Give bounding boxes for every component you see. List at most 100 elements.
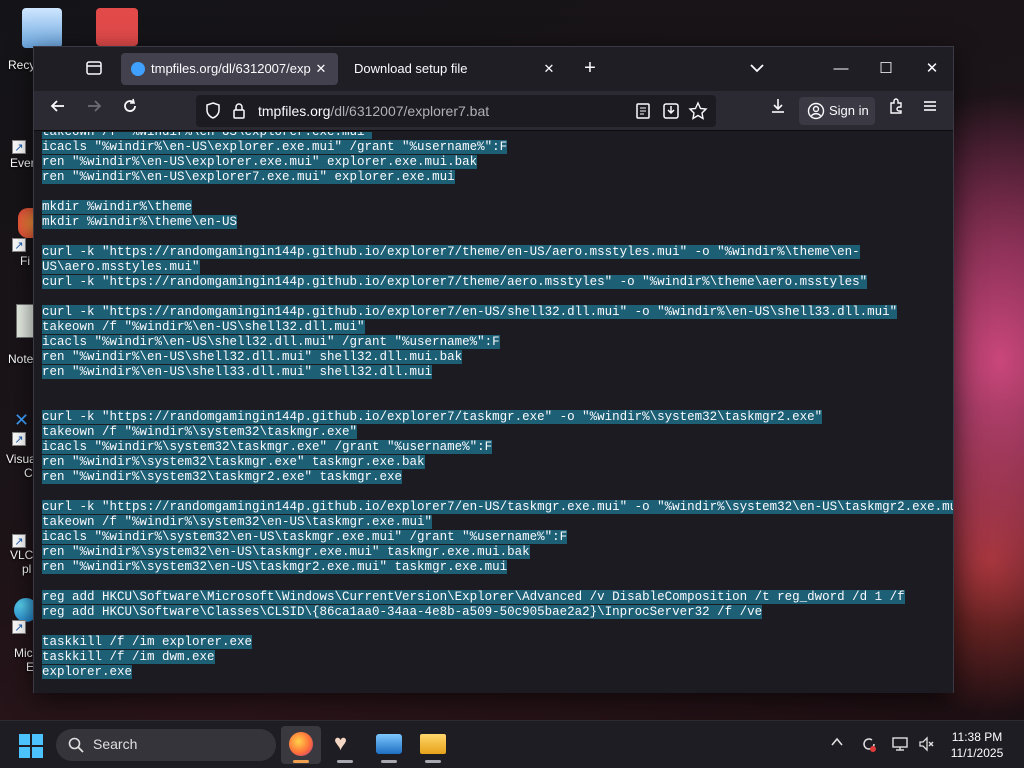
selected-text: curl -k "https://randomgamingin144p.gith… <box>42 410 823 424</box>
code-line: ren "%windir%\en-US\shell33.dll.mui" she… <box>42 365 937 380</box>
desktop-icon-label: Visua <box>6 452 36 466</box>
desktop-icon-label: Mic <box>14 646 33 660</box>
sign-in-button[interactable]: Sign in <box>799 97 875 125</box>
selected-text: ren "%windir%\system32\en-US\taskmgr.exe… <box>42 545 530 559</box>
hamburger-menu-icon[interactable] <box>916 97 944 125</box>
active-indicator <box>293 760 309 763</box>
shortcut-arrow-icon: ↗ <box>12 620 26 634</box>
running-indicator <box>381 760 397 763</box>
selected-text: ren "%windir%\en-US\shell33.dll.mui" she… <box>42 365 433 379</box>
desktop-icon-label: Note <box>8 352 34 366</box>
shortcut-arrow-icon: ↗ <box>12 140 26 154</box>
code-line: reg add HKCU\Software\Classes\CLSID\{86c… <box>42 605 937 620</box>
selected-text: explorer.exe <box>42 665 133 679</box>
bat-file-text: takeown /f "%windir%\en-US\explorer.exe.… <box>42 132 953 680</box>
clock[interactable]: 11:38 PM 11/1/2025 <box>944 729 1010 761</box>
selected-text: ren "%windir%\system32\taskmgr2.exe" tas… <box>42 470 403 484</box>
list-all-tabs-chevron-icon[interactable] <box>746 57 768 79</box>
back-arrow-icon[interactable] <box>44 97 72 125</box>
extensions-puzzle-icon[interactable] <box>882 97 910 125</box>
desktop-icon-recycle-bin[interactable]: Recy <box>0 8 62 72</box>
selected-text: icacls "%windir%\system32\taskmgr.exe" /… <box>42 440 493 454</box>
visual-studio-icon: ✕ <box>14 410 30 430</box>
globe-favicon-icon <box>131 62 145 76</box>
tab-active[interactable]: tmpfiles.org/dl/6312007/explor ✕ <box>121 53 338 85</box>
code-line: reg add HKCU\Software\Microsoft\Windows\… <box>42 590 937 605</box>
selected-text: reg add HKCU\Software\Microsoft\Windows\… <box>42 590 905 604</box>
running-indicator <box>337 760 353 763</box>
code-line: takeown /f "%windir%\system32\taskmgr.ex… <box>42 425 937 440</box>
network-icon[interactable] <box>891 735 909 756</box>
taskbar-app-heart[interactable]: ♥ <box>325 726 365 764</box>
reload-icon[interactable] <box>116 97 144 125</box>
close-tab-icon[interactable]: ✕ <box>540 60 558 78</box>
close-tab-icon[interactable]: ✕ <box>312 60 330 78</box>
clock-date: 11/1/2025 <box>950 746 1004 760</box>
code-line: mkdir %windir%\theme\en-US <box>42 215 937 230</box>
selected-text: takeown /f "%windir%\en-US\explorer.exe.… <box>42 132 373 139</box>
code-line: icacls "%windir%\en-US\shell32.dll.mui" … <box>42 335 937 350</box>
downloads-icon[interactable] <box>764 97 792 125</box>
running-indicator <box>425 760 441 763</box>
page-content[interactable]: takeown /f "%windir%\en-US\explorer.exe.… <box>34 132 953 693</box>
taskbar-photos[interactable] <box>369 726 409 764</box>
windows-start-icon[interactable] <box>18 733 44 759</box>
code-line: curl -k "https://randomgamingin144p.gith… <box>42 305 937 320</box>
taskbar-firefox[interactable] <box>281 726 321 764</box>
code-line: curl -k "https://randomgamingin144p.gith… <box>42 275 937 290</box>
selected-text: taskkill /f /im explorer.exe <box>42 635 253 649</box>
maximize-button[interactable]: ☐ <box>872 55 900 83</box>
code-line: taskkill /f /im dwm.exe <box>42 650 937 665</box>
new-tab-plus-icon[interactable]: + <box>579 57 601 79</box>
url-path: /dl/6312007/explorer7.bat <box>330 103 490 119</box>
url-host: tmpfiles.org <box>258 103 331 119</box>
selected-text: ren "%windir%\en-US\explorer.exe.mui" ex… <box>42 155 478 169</box>
minimize-button[interactable]: — <box>827 55 855 83</box>
show-hidden-icons-chevron-icon[interactable] <box>830 735 844 752</box>
selected-text: icacls "%windir%\system32\en-US\taskmgr.… <box>42 530 568 544</box>
bookmark-star-icon[interactable] <box>687 100 709 122</box>
desktop-icon-app[interactable] <box>78 8 138 46</box>
selected-text: icacls "%windir%\en-US\explorer.exe.mui"… <box>42 140 508 154</box>
lock-icon[interactable] <box>228 100 250 122</box>
selected-text: takeown /f "%windir%\system32\en-US\task… <box>42 515 433 529</box>
selected-text: curl -k "https://randomgamingin144p.gith… <box>42 275 868 289</box>
selected-text: curl -k "https://randomgamingin144p.gith… <box>42 500 953 514</box>
code-line: ren "%windir%\system32\en-US\taskmgr.exe… <box>42 545 937 560</box>
code-line: mkdir %windir%\theme <box>42 200 937 215</box>
desktop-icon-label: Ever <box>10 156 35 170</box>
url-bar[interactable]: tmpfiles.org/dl/6312007/explorer7.bat <box>196 95 716 127</box>
desktop-icon-label: Fi <box>20 254 30 268</box>
file-explorer-icon <box>420 734 446 754</box>
sync-update-icon[interactable] <box>860 735 878 756</box>
volume-muted-icon[interactable] <box>918 735 936 756</box>
code-line: takeown /f "%windir%\en-US\shell32.dll.m… <box>42 320 937 335</box>
save-to-pocket-icon[interactable] <box>660 100 682 122</box>
desktop-icon-label: pl <box>22 562 32 576</box>
selected-text: takeown /f "%windir%\system32\taskmgr.ex… <box>42 425 358 439</box>
selected-text: curl -k "https://randomgamingin144p.gith… <box>42 305 898 319</box>
close-window-button[interactable]: ✕ <box>918 55 946 83</box>
shield-icon[interactable] <box>202 100 224 122</box>
selected-text: mkdir %windir%\theme <box>42 200 193 214</box>
code-line: ren "%windir%\en-US\shell32.dll.mui" she… <box>42 350 937 365</box>
firefox-view-icon[interactable] <box>84 59 104 79</box>
navigation-toolbar: tmpfiles.org/dl/6312007/explorer7.bat Si… <box>34 91 953 131</box>
selected-text: US\aero.msstyles.mui" <box>42 260 200 274</box>
selected-text: taskkill /f /im dwm.exe <box>42 650 215 664</box>
reader-view-icon[interactable] <box>632 100 654 122</box>
firefox-icon <box>289 732 313 756</box>
code-line: ren "%windir%\en-US\explorer.exe.mui" ex… <box>42 155 937 170</box>
url-text[interactable]: tmpfiles.org/dl/6312007/explorer7.bat <box>258 103 489 119</box>
forward-arrow-icon[interactable] <box>80 97 108 125</box>
code-line: US\aero.msstyles.mui" <box>42 260 937 275</box>
code-line: takeown /f "%windir%\system32\en-US\task… <box>42 515 937 530</box>
code-line: ren "%windir%\system32\taskmgr.exe" task… <box>42 455 937 470</box>
tab-inactive[interactable]: Download setup file ✕ <box>344 53 566 85</box>
shortcut-arrow-icon: ↗ <box>12 238 26 252</box>
desktop-icon-label: VLC <box>10 548 34 562</box>
taskbar-search-box[interactable]: Search <box>56 729 276 761</box>
taskbar-file-explorer[interactable] <box>413 726 453 764</box>
